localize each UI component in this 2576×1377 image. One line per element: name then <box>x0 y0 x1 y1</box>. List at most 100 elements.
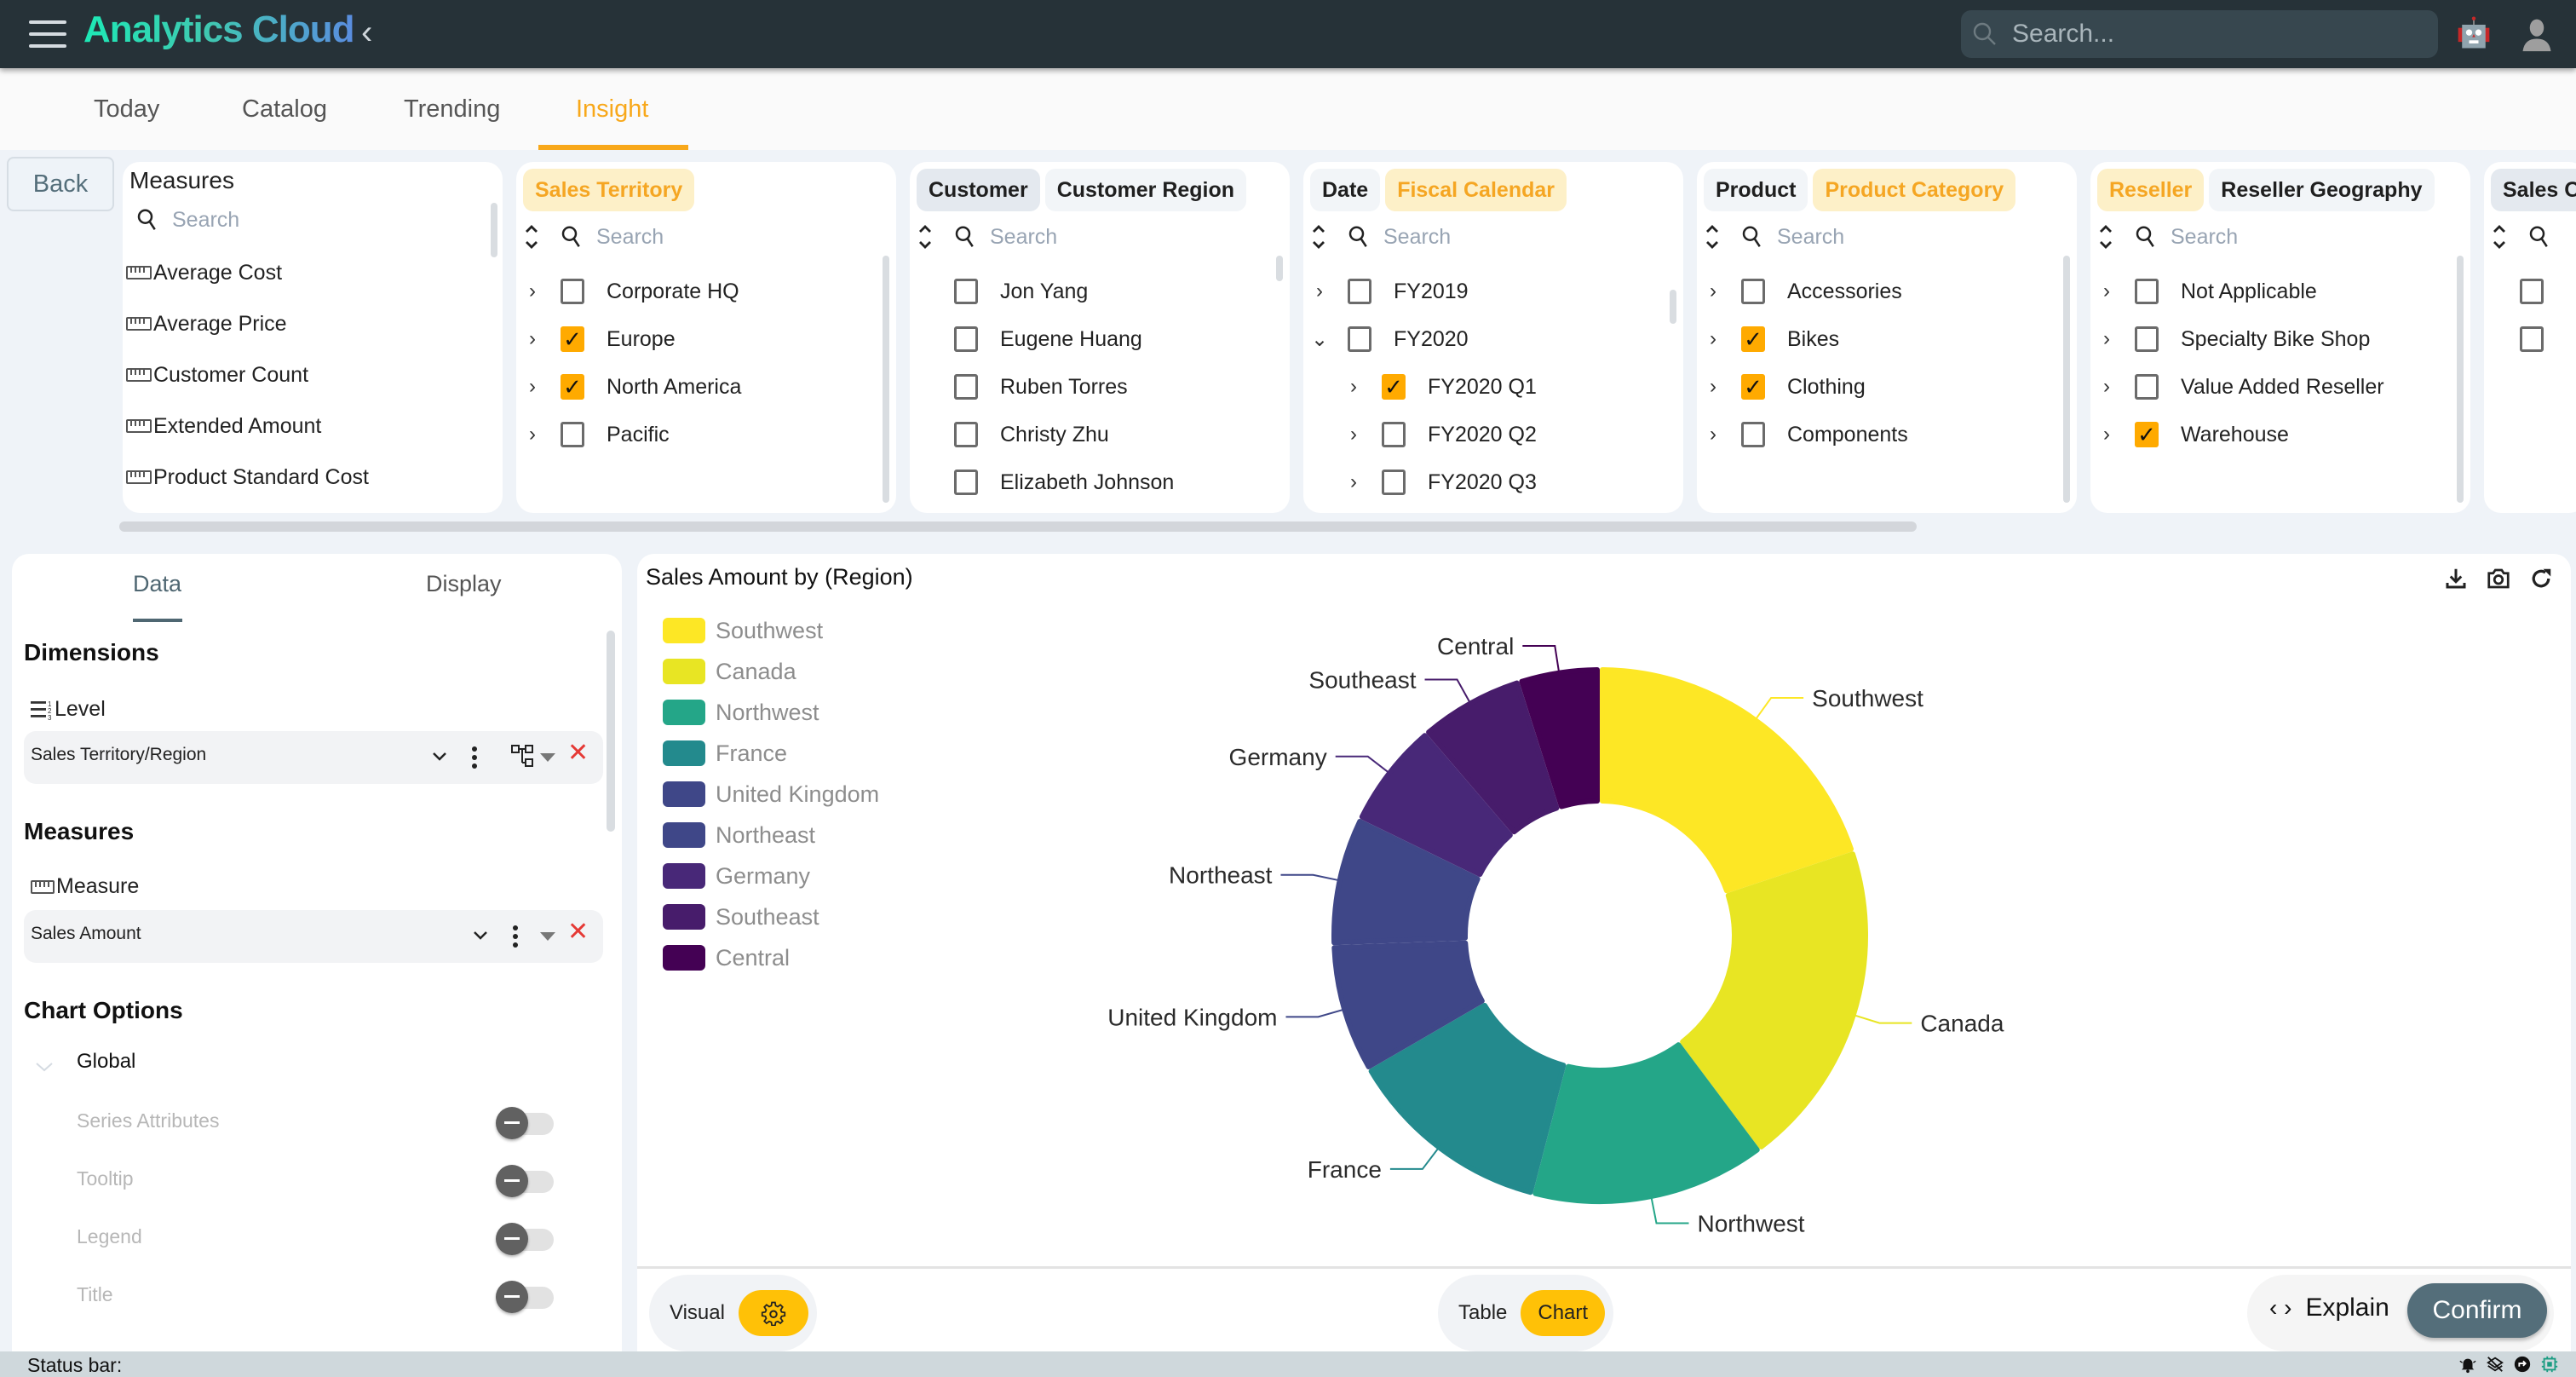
chevron-right-icon[interactable]: › <box>523 375 542 399</box>
measure-field[interactable]: Sales Amount ✕ <box>24 910 603 963</box>
global-search-input[interactable] <box>2012 15 2421 53</box>
chevron-right-icon[interactable]: › <box>2097 375 2116 399</box>
directions-icon[interactable] <box>2513 1355 2532 1374</box>
measures-scrollbar[interactable] <box>491 203 497 257</box>
filter-chip[interactable]: Product Category <box>1813 169 2016 211</box>
measure-list-item[interactable]: Customer Count <box>126 349 369 400</box>
tab-display[interactable]: Display <box>426 571 502 597</box>
checkbox[interactable] <box>2520 326 2544 352</box>
filter-chip[interactable]: Reseller <box>2097 169 2205 211</box>
filter-item[interactable]: › ✓ Bikes <box>1704 315 2056 363</box>
visual-label[interactable]: Visual <box>670 1301 725 1325</box>
robot-icon[interactable] <box>2455 15 2493 53</box>
title-toggle[interactable] <box>496 1281 555 1313</box>
chevron-down-icon[interactable] <box>472 927 489 944</box>
tab-today[interactable]: Today <box>94 95 159 124</box>
measure-list-item[interactable]: Average Cost <box>126 247 369 298</box>
filter-item[interactable]: › FY2020 Q3 <box>1310 458 1663 506</box>
chevron-right-icon[interactable]: › <box>1704 375 1722 399</box>
checkbox[interactable] <box>1348 279 1371 304</box>
checkbox-checked[interactable]: ✓ <box>1382 374 1406 400</box>
refresh-icon[interactable] <box>2528 566 2554 591</box>
chevron-right-icon[interactable]: › <box>2097 423 2116 447</box>
filter-search-input[interactable] <box>2171 224 2341 250</box>
sort-icon[interactable] <box>917 223 934 251</box>
checkbox[interactable] <box>2135 279 2159 304</box>
remove-measure-icon[interactable]: ✕ <box>567 917 589 947</box>
tab-trending[interactable]: Trending <box>404 95 500 124</box>
checkbox[interactable] <box>954 279 978 304</box>
caret-down-icon[interactable] <box>540 753 555 762</box>
measure-list-item[interactable]: Extended Amount <box>126 400 369 452</box>
filter-chip[interactable]: Reseller Geography <box>2209 169 2435 211</box>
filter-search[interactable] <box>1310 218 1554 256</box>
legend-item[interactable]: Northwest <box>663 692 879 733</box>
filter-chip[interactable]: Sales O <box>2491 169 2576 211</box>
filter-search[interactable] <box>2097 218 2341 256</box>
user-avatar-icon[interactable] <box>2518 15 2556 53</box>
filter-item[interactable] <box>2491 268 2566 315</box>
filter-chip[interactable]: Product <box>1704 169 1808 211</box>
filter-item[interactable]: › Corporate HQ <box>523 268 876 315</box>
chevron-down-icon[interactable]: ⌄ <box>1310 327 1329 352</box>
chevron-right-icon[interactable]: › <box>1704 279 1722 303</box>
filter-panel-scrollbar[interactable] <box>1276 256 1283 281</box>
legend-item[interactable]: Canada <box>663 651 879 692</box>
tab-data[interactable]: Data <box>133 571 181 597</box>
camera-icon[interactable] <box>2486 566 2511 591</box>
filter-item[interactable]: ⌄ FY2020 <box>1310 315 1663 363</box>
cpu-chip-icon[interactable] <box>2540 1355 2559 1374</box>
chevron-right-icon[interactable]: › <box>523 279 542 303</box>
legend-toggle[interactable] <box>496 1223 555 1255</box>
filter-search-input[interactable] <box>596 224 767 250</box>
visual-settings-button[interactable] <box>738 1290 808 1336</box>
checkbox[interactable] <box>954 470 978 495</box>
filter-item[interactable]: › Pacific <box>523 411 876 458</box>
back-button[interactable]: Back <box>7 157 114 211</box>
chevron-right-icon[interactable]: › <box>523 327 542 351</box>
checkbox[interactable] <box>2135 374 2159 400</box>
filter-search-input[interactable] <box>1383 224 1554 250</box>
filter-item[interactable]: Christy Zhu <box>917 411 1269 458</box>
chevron-right-icon[interactable]: › <box>1310 279 1329 303</box>
filter-chip[interactable]: Customer <box>917 169 1040 211</box>
checkbox[interactable] <box>2135 326 2159 352</box>
chevron-right-icon[interactable]: › <box>1344 470 1363 494</box>
series-attributes-toggle[interactable] <box>496 1107 555 1139</box>
legend-item[interactable]: Southeast <box>663 896 879 937</box>
chevron-right-icon[interactable]: › <box>1344 375 1363 399</box>
filter-item[interactable]: Jon Yang <box>917 268 1269 315</box>
checkbox-checked[interactable]: ✓ <box>561 326 584 352</box>
confirm-button[interactable]: Confirm <box>2407 1283 2547 1338</box>
checkbox[interactable] <box>1382 470 1406 495</box>
filter-chip[interactable]: Fiscal Calendar <box>1385 169 1567 211</box>
legend-item[interactable]: Northeast <box>663 815 879 856</box>
layers-off-icon[interactable] <box>2486 1355 2504 1374</box>
filter-item[interactable]: › ✓ Clothing <box>1704 363 2056 411</box>
chevron-right-icon[interactable]: › <box>523 423 542 447</box>
filter-item[interactable]: › Not Applicable <box>2097 268 2450 315</box>
measures-search[interactable] <box>135 201 342 239</box>
filter-chip[interactable]: Sales Territory <box>523 169 695 211</box>
filter-item[interactable]: › ✓ FY2020 Q1 <box>1310 363 1663 411</box>
filter-panel-scrollbar[interactable] <box>2063 256 2070 503</box>
sort-icon[interactable] <box>1704 223 1721 251</box>
legend-item[interactable]: Southwest <box>663 610 879 651</box>
chevron-down-icon[interactable] <box>34 1060 55 1074</box>
checkbox[interactable] <box>2520 279 2544 304</box>
filter-item[interactable]: › ✓ Warehouse <box>2097 411 2450 458</box>
filter-search-input[interactable] <box>1777 224 1947 250</box>
checkbox[interactable] <box>1741 279 1765 304</box>
filter-search[interactable] <box>2491 218 2564 256</box>
filter-panel-scrollbar[interactable] <box>1670 290 1676 324</box>
global-section-label[interactable]: Global <box>77 1050 135 1074</box>
explain-button[interactable]: ‹ › Explain <box>2269 1293 2389 1322</box>
filters-horizontal-scrollbar[interactable] <box>119 521 1917 532</box>
dimension-field[interactable]: Sales Territory/Region ✕ <box>24 731 603 784</box>
measures-search-input[interactable] <box>172 207 342 233</box>
menu-icon[interactable] <box>29 20 66 48</box>
filter-item[interactable]: › Specialty Bike Shop <box>2097 315 2450 363</box>
chevron-right-icon[interactable]: › <box>1704 327 1722 351</box>
tab-catalog[interactable]: Catalog <box>242 95 327 124</box>
hierarchy-icon[interactable] <box>511 745 535 769</box>
